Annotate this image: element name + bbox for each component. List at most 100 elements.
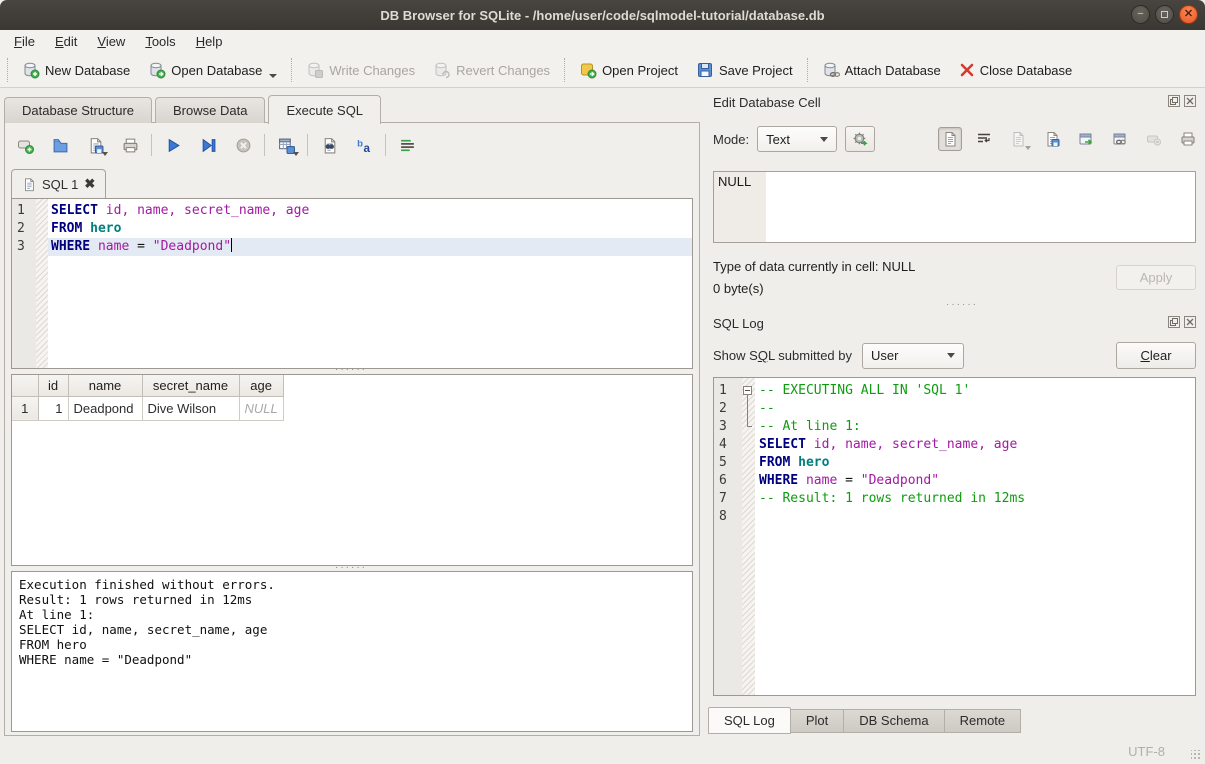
print-cell-button[interactable] (1176, 127, 1200, 151)
open-project-button[interactable]: Open Project (570, 57, 687, 83)
cell-value-editor[interactable]: NULL (713, 171, 1196, 243)
save-file-dropdown-icon[interactable] (102, 152, 108, 156)
export-cell-button[interactable] (1040, 127, 1064, 151)
column-header-age[interactable]: age (239, 375, 283, 396)
open-in-app-button[interactable] (1074, 127, 1098, 151)
menu-file[interactable]: File (4, 31, 45, 52)
encoding-indicator[interactable]: UTF-8 (1128, 744, 1165, 759)
cell-id[interactable]: 1 (38, 396, 68, 420)
editor-line[interactable]: 1 SELECT id, name, secret_name, age (12, 202, 692, 220)
open-sql-file-button[interactable] (48, 133, 72, 157)
menu-view[interactable]: View (87, 31, 135, 52)
splitter-handle[interactable]: ······ (335, 368, 367, 372)
execute-all-button[interactable] (161, 133, 185, 157)
fold-collapse-icon[interactable] (743, 386, 752, 395)
revert-changes-icon (433, 61, 451, 79)
import-dropdown-icon (1025, 146, 1031, 150)
new-database-button[interactable]: New Database (13, 57, 139, 83)
right-pane: Edit Database Cell Mode: Text (706, 88, 1205, 740)
save-file-icon (87, 137, 104, 154)
dock-float-icon[interactable] (1168, 316, 1180, 328)
column-header-secret-name[interactable]: secret_name (142, 375, 239, 396)
row-header[interactable]: 1 (12, 396, 38, 420)
dock-tab-remote[interactable]: Remote (945, 709, 1022, 733)
dock-tab-db-schema[interactable]: DB Schema (844, 709, 944, 733)
new-sql-tab-button[interactable] (13, 133, 37, 157)
copy-link-button[interactable] (1108, 127, 1132, 151)
revert-changes-button: Revert Changes (424, 57, 559, 83)
log-line: 4 SELECT id, name, secret_name, age (714, 436, 1195, 454)
clear-log-button[interactable]: Clear (1116, 342, 1196, 369)
editor-line-current[interactable]: 3 WHERE name = "Deadpond" (12, 238, 692, 256)
link-icon (1112, 131, 1128, 147)
execution-message-area[interactable]: Execution finished without errors. Resul… (11, 571, 693, 732)
tab-database-structure[interactable]: Database Structure (4, 97, 152, 123)
cell-secret-name[interactable]: Dive Wilson (142, 396, 239, 420)
save-project-button[interactable]: Save Project (687, 57, 802, 83)
log-filter-label: Show SQL submitted by (713, 348, 852, 363)
open-database-button[interactable]: Open Database (139, 57, 286, 83)
resize-grip-icon[interactable] (1191, 750, 1201, 760)
sql-tab-bar: SQL 1 ✖ (11, 169, 106, 198)
column-header-name[interactable]: name (68, 375, 142, 396)
cell-age[interactable]: NULL (239, 396, 283, 420)
word-wrap-button[interactable] (972, 127, 996, 151)
menu-tools[interactable]: Tools (135, 31, 185, 52)
dock-tab-sql-log[interactable]: SQL Log (708, 707, 791, 734)
print-sql-button[interactable] (118, 133, 142, 157)
toolbar-separator (264, 134, 265, 156)
tab-execute-sql[interactable]: Execute SQL (268, 95, 381, 124)
tab-browse-data[interactable]: Browse Data (155, 97, 265, 123)
stop-icon (235, 137, 252, 154)
mode-combo[interactable]: Text (757, 126, 837, 152)
column-header-id[interactable]: id (38, 375, 68, 396)
dock-close-icon[interactable] (1184, 316, 1196, 328)
import-cell-button (1006, 127, 1030, 151)
log-line: 6 WHERE name = "Deadpond" (714, 472, 1195, 490)
execute-line-button[interactable] (196, 133, 220, 157)
results-grid[interactable]: id name secret_name age 1 1 Deadpond Div… (11, 374, 693, 566)
svg-text:b: b (357, 138, 363, 149)
dock-close-icon[interactable] (1184, 95, 1196, 107)
log-filter-combo[interactable]: User (862, 343, 964, 369)
editor-line[interactable]: 2 FROM hero (12, 220, 692, 238)
minimize-button[interactable]: − (1131, 5, 1150, 24)
open-database-icon (148, 61, 166, 79)
play-to-line-icon (200, 137, 217, 154)
close-sql-tab-icon[interactable]: ✖ (84, 176, 95, 192)
sql1-tab[interactable]: SQL 1 ✖ (11, 169, 106, 198)
close-button[interactable]: ✕ (1179, 5, 1198, 24)
find-button[interactable] (317, 133, 341, 157)
text-document-icon (942, 131, 958, 147)
menu-edit[interactable]: Edit (45, 31, 87, 52)
maximize-button[interactable] (1155, 5, 1174, 24)
splitter-handle[interactable]: ······ (946, 303, 978, 307)
dock-tab-plot[interactable]: Plot (791, 709, 844, 733)
auto-complete-button[interactable]: ba (352, 133, 376, 157)
text-mode-button[interactable] (938, 127, 962, 151)
close-database-button[interactable]: Close Database (950, 58, 1082, 82)
splitter-handle[interactable]: ······ (335, 566, 367, 570)
dock-float-icon[interactable] (1168, 95, 1180, 107)
save-results-dropdown-icon[interactable] (293, 152, 299, 156)
menu-help[interactable]: Help (186, 31, 233, 52)
open-database-dropdown-icon[interactable] (269, 74, 277, 78)
cell-type-info: Type of data currently in cell: NULL (713, 259, 915, 274)
open-project-icon (579, 61, 597, 79)
sql-log-view[interactable]: 1 -- EXECUTING ALL IN 'SQL 1' 2 -- 3 -- … (713, 377, 1196, 696)
sql-editor[interactable]: 1 SELECT id, name, secret_name, age 2 FR… (11, 198, 693, 369)
toolbar-separator (7, 58, 8, 82)
word-wrap-icon (976, 131, 992, 147)
toolbar-separator (807, 58, 808, 82)
main-tab-bar: Database Structure Browse Data Execute S… (4, 95, 384, 123)
save-results-button[interactable] (274, 133, 298, 157)
save-sql-file-button[interactable] (83, 133, 107, 157)
auto-switch-mode-button[interactable] (845, 126, 875, 152)
edit-cell-dock-buttons (1168, 95, 1196, 107)
log-line: 5 FROM hero (714, 454, 1195, 472)
title-bar[interactable]: DB Browser for SQLite - /home/user/code/… (0, 0, 1205, 30)
cell-name[interactable]: Deadpond (68, 396, 142, 420)
format-sql-button[interactable] (395, 133, 419, 157)
attach-database-button[interactable]: Attach Database (813, 57, 950, 83)
corner-header[interactable] (12, 375, 38, 396)
